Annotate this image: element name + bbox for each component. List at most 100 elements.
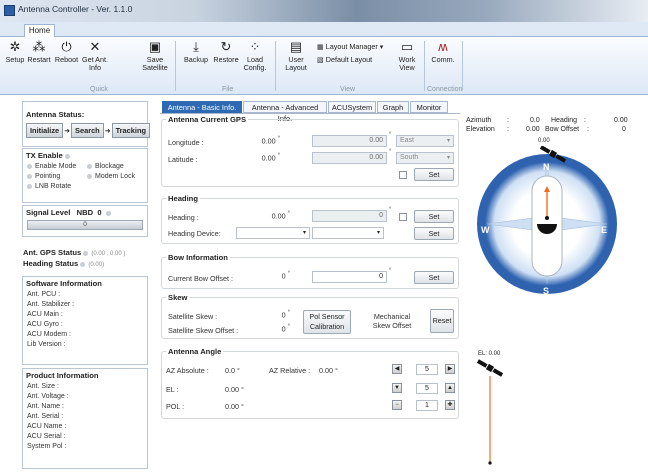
degree-symbol: ° [389, 207, 392, 213]
azimuth-label: Azimuth [466, 117, 492, 124]
comm-button[interactable]: ʍ Comm. [429, 39, 457, 64]
antenna-angle-group-title: Antenna Angle [166, 347, 224, 356]
antenna-feed [545, 216, 549, 220]
software-info-item: Lib Version : [27, 341, 66, 348]
group-connection: Connection [427, 86, 463, 93]
load-config-button[interactable]: ⁘ Load Config. [241, 39, 269, 72]
tab-antenna-basic-info[interactable]: Antenna - Basic Info. [162, 101, 242, 113]
az-absolute-label: AZ Absolute : [166, 366, 209, 375]
product-info-item: Ant. Name : [27, 403, 64, 410]
comm-icon: ʍ [438, 39, 448, 54]
gps-group: Antenna Current GPS Longitude : 0.00 ° L… [161, 115, 459, 187]
bow-offset-readout-value: 0 [622, 126, 626, 133]
degree-symbol: ° [389, 149, 392, 155]
az-right-button[interactable]: ▶ [445, 364, 455, 374]
save-satellite-button[interactable]: ▣ Save Satellite [140, 39, 170, 72]
skew-reset-button[interactable]: Reset [430, 309, 454, 333]
antenna-angle-group: Antenna Angle AZ Absolute : 0.0 ° AZ Rel… [161, 347, 459, 419]
el-value: 0.00 ° [225, 385, 244, 394]
pol-minus-button[interactable]: − [392, 400, 402, 410]
az-absolute-value: 0.0 ° [225, 366, 240, 375]
software-info-item: ACU Main : [27, 311, 63, 318]
az-step-input[interactable]: 5 [416, 364, 438, 375]
product-info-item: System Pol : [27, 443, 67, 450]
el-down-button[interactable]: ▼ [392, 383, 402, 393]
longitude-input[interactable]: 0.00 [312, 135, 387, 147]
pol-sensor-calibration-button[interactable]: Pol Sensor Calibration [303, 310, 351, 334]
gps-checkbox[interactable] [399, 171, 407, 179]
heading-set-button[interactable]: Set [414, 210, 454, 223]
restore-button[interactable]: ↻ Restore [212, 39, 240, 64]
latitude-input[interactable]: 0.00 [312, 152, 387, 164]
backup-button[interactable]: ⤓ Backup [181, 39, 211, 64]
reboot-button[interactable]: ⏻ Reboot [53, 39, 80, 64]
colon: : [587, 126, 589, 133]
bow-offset-input[interactable]: 0 [312, 271, 387, 283]
software-info-item: ACU Gyro : [27, 321, 63, 328]
work-view-button[interactable]: ▭ Work View [393, 39, 421, 72]
heading-value: 0.00 ° [271, 211, 290, 221]
longitude-value: 0.00 ° [261, 136, 280, 146]
east-west-select[interactable]: East ▾ [396, 135, 454, 147]
gps-set-button[interactable]: Set [414, 168, 454, 181]
heading-group: Heading Heading : 0.00 ° 0 ° Set Heading… [161, 194, 459, 244]
tx-section: TX Enable Enable Mode Blockage Pointing Mo… [22, 148, 148, 203]
step-tracking: Tracking [111, 123, 150, 138]
heading-device-select[interactable]: ▾ [236, 227, 310, 239]
tab-antenna-advanced-info[interactable]: Antenna - Advanced Info. [243, 101, 327, 123]
bow-set-button[interactable]: Set [414, 271, 454, 284]
satellite-skew-offset-value: 0 ° [281, 324, 290, 334]
status-led [87, 163, 92, 169]
elevation-label: Elevation [466, 126, 495, 133]
heading-device-set-button[interactable]: Set [414, 227, 454, 240]
get-ant-info-button[interactable]: ✕ Get Ant. Info [80, 39, 110, 72]
tab-home[interactable]: Home [24, 24, 55, 38]
default-layout-button[interactable]: ▧ Default Layout [317, 55, 372, 64]
setup-button[interactable]: ✲ Setup [4, 39, 26, 64]
compass-marker-value: 0.00 [538, 138, 550, 144]
app-icon [4, 5, 15, 16]
tab-graph[interactable]: Graph [377, 101, 409, 113]
status-led [87, 173, 92, 179]
bow-offset-label: Current Bow Offset : [168, 274, 233, 283]
user-layout-button[interactable]: ▤ User Layout [280, 39, 312, 72]
el-step-input[interactable]: 5 [416, 383, 438, 394]
az-relative-label: AZ Relative : [269, 366, 311, 375]
tab-monitor[interactable]: Monitor [410, 101, 448, 113]
azimuth-value: 0.0 [530, 117, 540, 124]
heading-input[interactable]: 0 [312, 210, 387, 222]
restart-button[interactable]: ⁂ Restart [25, 39, 53, 64]
user-layout-icon: ▤ [289, 39, 303, 54]
group-divider [462, 41, 463, 91]
work-view-icon: ▭ [400, 39, 414, 54]
layout-manager-button[interactable]: ▦ Layout Manager ▾ [317, 42, 383, 51]
status-steps: Initialize ➜ Search ➜ Tracking [23, 121, 150, 140]
pol-plus-button[interactable]: ✚ [445, 400, 455, 410]
arrow-right-icon: ➜ [64, 128, 71, 135]
heading-device-port-select[interactable]: ▾ [312, 227, 384, 239]
software-info-item: ACU Modem : [27, 331, 71, 338]
status-led [83, 250, 89, 256]
backup-icon: ⤓ [193, 39, 199, 54]
mechanical-skew-offset-label: Mechanical Skew Offset [372, 312, 412, 330]
heading-device-label: Heading Device: [168, 229, 221, 238]
el-up-button[interactable]: ▲ [445, 383, 455, 393]
colon: : [584, 117, 586, 124]
latitude-label: Latitude : [168, 155, 198, 164]
north-south-select[interactable]: South ▾ [396, 152, 454, 164]
status-led [80, 261, 86, 267]
restore-icon: ↻ [220, 39, 232, 54]
tab-acusystem[interactable]: ACUSystem [328, 101, 376, 113]
satellite-dish-icon: ✕ [89, 39, 101, 54]
chevron-down-icon: ▾ [446, 155, 450, 161]
bow-offset-value: 0 ° [281, 271, 290, 281]
pol-label: POL : [166, 402, 185, 411]
signal-title: Signal Level NBD 0 [23, 206, 147, 219]
heading-label: Heading : [168, 213, 199, 222]
compass-dial [477, 146, 617, 294]
heading-checkbox[interactable] [399, 213, 407, 221]
pol-step-input[interactable]: 1 [416, 400, 438, 411]
tx-row: Pointing Modem Lock [23, 172, 147, 182]
az-left-button[interactable]: ◀ [392, 364, 402, 374]
signal-level-bar: 0 [27, 220, 143, 230]
